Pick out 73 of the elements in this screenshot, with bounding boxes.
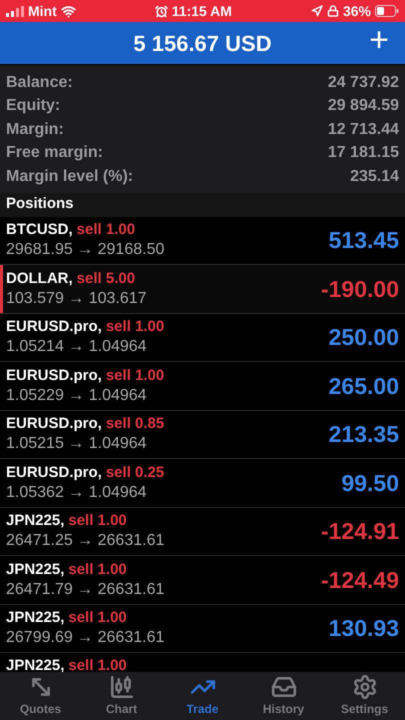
- position-symbol: DOLLAR,: [6, 268, 73, 289]
- position-order: sell 1.00: [68, 511, 127, 532]
- battery-icon: [374, 5, 399, 17]
- location-icon: [310, 5, 323, 17]
- position-order: sell 1.00: [68, 560, 127, 580]
- summary-label: Balance:: [6, 72, 73, 93]
- position-row[interactable]: BTCUSD, sell 1.00 29681.95 → 29168.50 513.45: [0, 216, 405, 265]
- summary-value: 17 181.15: [328, 143, 399, 164]
- position-symbol: JPN225,: [6, 511, 64, 532]
- position-prices: 1.05214 → 1.04964: [6, 337, 148, 358]
- chart-icon: [108, 674, 134, 700]
- settings-icon: [352, 674, 378, 700]
- position-row[interactable]: DOLLAR, sell 5.00 103.579 → 103.617 -190.00: [0, 265, 405, 314]
- position-order: sell 1.00: [68, 608, 127, 628]
- position-order: sell 5.00: [76, 268, 136, 289]
- position-symbol: EURUSD.pro,: [6, 366, 102, 386]
- position-prices: 26471.79 → 26631.61: [6, 580, 164, 600]
- position-row[interactable]: JPN225, sell 1.00 26799.69 → 26631.61 130.93: [0, 604, 405, 653]
- summary-label: Equity:: [6, 96, 60, 116]
- position-profit: 250.00: [328, 323, 399, 352]
- tab-button[interactable]: Quotes: [0, 672, 81, 720]
- summary-label: Margin:: [6, 120, 64, 140]
- status-time: 11:15 AM: [172, 2, 232, 20]
- position-row[interactable]: JPN225, sell 1.00 26471.25 → 26631.61 -124.91: [0, 508, 405, 556]
- battery-percent: 36%: [342, 2, 371, 20]
- position-prices: 26799.69 → 26631.61: [6, 628, 164, 648]
- carrier-name: Mint: [28, 2, 57, 20]
- rotation-lock-icon: [326, 5, 339, 17]
- account-total: 5 156.67 USD: [133, 30, 272, 58]
- position-order: sell 0.85: [106, 414, 164, 434]
- position-row[interactable]: EURUSD.pro, sell 1.00 1.05214 → 1.04964 250.00: [0, 314, 405, 362]
- position-order: sell 0.25: [106, 462, 164, 483]
- position-profit: 513.45: [328, 226, 399, 255]
- summary-value: 29 894.59: [328, 96, 399, 116]
- position-prices: 1.05362 → 1.04964: [6, 482, 148, 503]
- summary-value: 235.14: [350, 166, 399, 187]
- positions-heading: Positions: [0, 192, 405, 216]
- position-symbol: EURUSD.pro,: [6, 317, 102, 338]
- position-profit: 99.50: [341, 468, 399, 498]
- position-prices: 26471.25 → 26631.61: [6, 531, 164, 552]
- summary-label: Free margin:: [6, 143, 103, 164]
- position-profit: -190.00: [320, 274, 399, 304]
- wifi-icon: [60, 4, 76, 18]
- position-symbol: EURUSD.pro,: [6, 414, 102, 434]
- position-symbol: BTCUSD,: [6, 220, 73, 240]
- summary-value: 12 713.44: [328, 120, 399, 140]
- tab-button[interactable]: Chart: [81, 672, 162, 720]
- signal-icon: [6, 6, 24, 16]
- position-profit: -124.49: [320, 566, 399, 594]
- tab-button[interactable]: Settings: [324, 672, 405, 720]
- position-order: sell 1.00: [106, 366, 164, 386]
- position-prices: 103.579 → 103.617: [6, 288, 147, 309]
- summary-value: 24 737.92: [328, 72, 399, 93]
- alarm-icon: [154, 4, 168, 18]
- position-order: sell 1.00: [76, 220, 136, 240]
- position-order: sell 1.00: [106, 317, 164, 338]
- position-profit: -124.91: [320, 517, 399, 546]
- position-symbol: JPN225,: [6, 608, 64, 628]
- position-prices: 1.05215 → 1.04964: [6, 434, 148, 454]
- summary-label: Margin level (%):: [6, 166, 134, 187]
- position-symbol: JPN225,: [6, 560, 64, 580]
- tab-button[interactable]: History: [243, 672, 324, 720]
- position-profit: 213.35: [328, 420, 399, 449]
- position-row[interactable]: EURUSD.pro, sell 0.85 1.05215 → 1.04964 213.35: [0, 410, 405, 459]
- position-profit: 130.93: [328, 614, 399, 643]
- history-icon: [270, 674, 296, 700]
- position-profit: 265.00: [328, 372, 399, 400]
- position-symbol: EURUSD.pro,: [6, 462, 102, 483]
- add-button[interactable]: +: [369, 23, 389, 57]
- position-prices: 1.05229 → 1.04964: [6, 386, 148, 406]
- position-prices: 29681.95 → 29168.50: [6, 240, 164, 260]
- position-order: sell 1.00: [68, 656, 127, 672]
- position-symbol: JPN225,: [6, 656, 64, 672]
